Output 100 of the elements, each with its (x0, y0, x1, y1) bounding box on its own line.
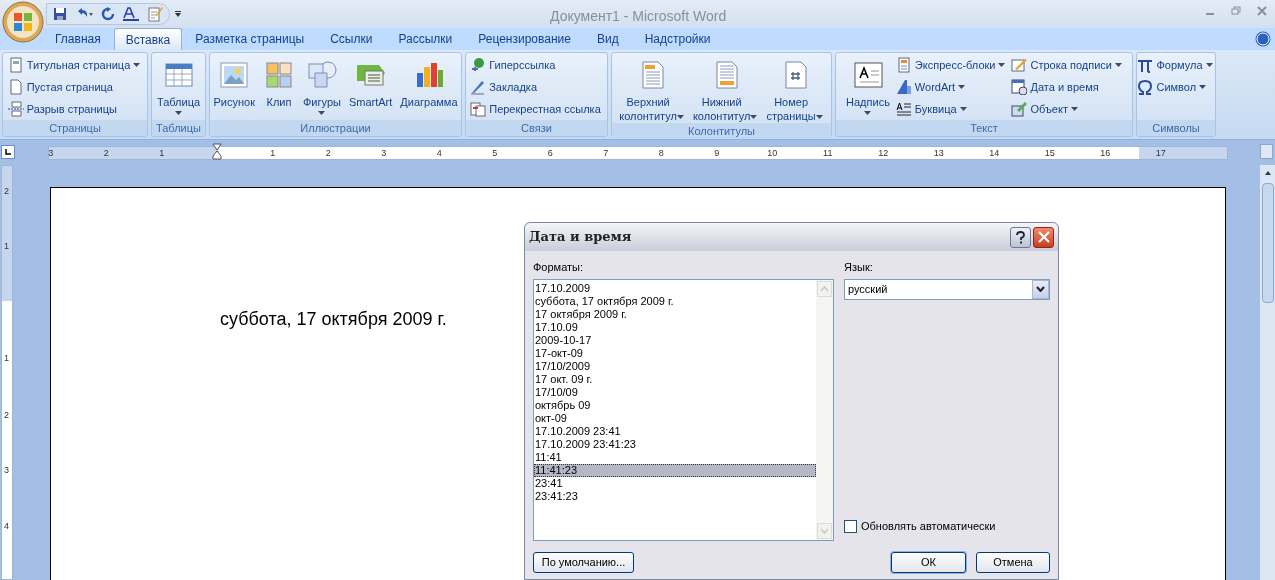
cover-page-icon (7, 57, 24, 73)
format-option[interactable]: суббота, 17 октября 2009 г. (534, 294, 816, 308)
format-option[interactable]: 17.10.2009 23:41:23 (534, 437, 816, 451)
auto-update-checkbox[interactable] (844, 519, 857, 533)
ruler-number: 8 (658, 148, 664, 158)
ribbon-tab[interactable]: Рецензирование (465, 28, 584, 50)
format-option[interactable]: 17/10/09 (534, 385, 816, 399)
format-option[interactable]: 17 октября 2009 г. (534, 307, 816, 321)
ruler-number: 2 (325, 148, 331, 158)
ribbon-tab[interactable]: Ссылки (317, 28, 386, 50)
ribbon-large-button[interactable]: Верхний колонтитул (617, 55, 687, 123)
ribbon-button[interactable]: Закладка (470, 77, 603, 97)
ribbon-button[interactable]: Символ (1137, 77, 1215, 97)
ruler-number: 1 (159, 148, 165, 158)
ribbon-tab[interactable]: Надстройки (631, 28, 724, 50)
format-option[interactable]: 17.10.09 (534, 320, 816, 334)
document-text: суббота, 17 октября 2009 г. (220, 308, 447, 331)
formats-list[interactable] (533, 278, 834, 541)
ribbon-button[interactable]: Разрыв страницы (7, 99, 143, 119)
ribbon-large-button[interactable]: Надпись (844, 55, 892, 117)
group-label: Иллюстрации (210, 120, 461, 136)
close-icon (1037, 231, 1050, 243)
ruler-number: 1 (270, 148, 276, 158)
dropdown-button[interactable] (1032, 279, 1049, 299)
format-option[interactable]: 23:41 (534, 476, 816, 490)
cross-reference-icon (470, 101, 487, 117)
ribbon-tab[interactable]: Главная (42, 28, 114, 50)
ribbon-tab[interactable]: Вставка (113, 28, 183, 50)
format-option[interactable]: окт-09 (534, 411, 816, 425)
ruler-toggle-button[interactable] (1, 145, 15, 159)
wordart-icon (895, 79, 912, 95)
format-option[interactable]: 2009-10-17 (534, 333, 816, 347)
ruler-number: 2 (4, 186, 9, 196)
close-icon[interactable] (1257, 6, 1267, 16)
format-option[interactable]: 11:41:23 (534, 463, 816, 477)
ruler-number: 10 (767, 148, 778, 158)
dropdown-caret-icon (958, 85, 965, 89)
format-option[interactable]: 17 окт. 09 г. (534, 372, 816, 386)
cancel-button[interactable]: Отмена (976, 551, 1050, 573)
font-style-icon[interactable] (123, 7, 139, 21)
language-select[interactable]: русский (844, 278, 1050, 300)
down-caret-icon (1036, 286, 1045, 292)
ruler-number: 14 (989, 148, 1000, 158)
ribbon-button[interactable]: Титульная страница (7, 55, 143, 75)
ribbon-button[interactable]: WordArt (895, 77, 1008, 97)
ribbon-tab[interactable]: Вид (583, 28, 632, 50)
language-label: Язык: (844, 260, 874, 275)
pi-icon (1137, 57, 1154, 73)
format-option[interactable]: 17.10.2009 23:41 (534, 424, 816, 438)
close-button[interactable] (1033, 226, 1054, 248)
dropdown-caret-icon (1070, 107, 1078, 111)
ruler-number: 13 (933, 148, 944, 158)
ribbon-button[interactable]: Перекрестная ссылка (470, 99, 603, 119)
ribbon-button[interactable]: Пустая страница (7, 77, 143, 97)
ruler-number: 4 (436, 148, 442, 158)
ok-button[interactable]: ОК (891, 551, 966, 573)
ribbon-large-button[interactable]: Клип (261, 55, 297, 109)
ribbon-large-button[interactable]: Фигуры (301, 55, 343, 117)
ruler-number: 5 (492, 148, 498, 158)
redo-icon[interactable] (101, 7, 115, 21)
ruler-number: 12 (878, 148, 889, 158)
format-option[interactable]: октябрь 09 (534, 398, 816, 412)
ribbon-button[interactable]: Формула (1137, 55, 1215, 75)
format-option[interactable]: 17/10/2009 (534, 359, 816, 373)
save-icon[interactable] (53, 7, 67, 21)
scrollbar-thumb[interactable] (1261, 183, 1274, 303)
picture-icon (218, 59, 251, 91)
ribbon-button[interactable]: Объект (1011, 99, 1124, 119)
ribbon-large-button[interactable]: SmartArt (346, 55, 395, 109)
ribbon-large-button[interactable]: Диаграмма (398, 55, 460, 109)
dropdown-caret-icon (133, 63, 141, 67)
office-button[interactable] (2, 1, 44, 43)
default-button[interactable]: По умолчанию... (533, 551, 634, 573)
ruler-number: 2 (4, 410, 9, 420)
ribbon-button[interactable]: Гиперссылка (470, 55, 603, 75)
format-option[interactable]: 17-окт-09 (534, 346, 816, 360)
ribbon-large-button[interactable]: Номер страницы (764, 55, 826, 123)
ribbon-large-button[interactable]: Нижний колонтитул (690, 55, 761, 123)
drop-cap-icon (895, 101, 912, 117)
ribbon-tab[interactable]: Рассылки (385, 28, 466, 50)
format-option[interactable]: 23:41:23 (534, 489, 816, 503)
ribbon-button[interactable]: Буквица (895, 99, 1008, 119)
ribbon-tab[interactable]: Разметка страницы (182, 28, 318, 50)
indent-marker-icon[interactable] (212, 143, 223, 163)
dropdown-caret-icon (676, 115, 684, 119)
ribbon-button[interactable]: Строка подписи (1011, 55, 1124, 75)
ruler-number: 4 (4, 521, 9, 531)
ribbon-button[interactable]: Дата и время (1011, 77, 1124, 97)
omega-icon (1137, 79, 1154, 95)
format-option[interactable]: 11:41 (534, 450, 816, 464)
calendar-clock-icon (1011, 79, 1028, 95)
format-option[interactable]: 17.10.2009 (534, 281, 816, 295)
help-icon[interactable] (1255, 31, 1271, 47)
ribbon-large-button[interactable]: Рисунок (211, 55, 257, 109)
clip-art-icon (263, 59, 295, 91)
ribbon-button[interactable]: Экспресс-блоки (895, 55, 1008, 75)
help-button[interactable] (1010, 226, 1031, 248)
ribbon-large-button[interactable]: Таблица (154, 55, 203, 117)
ruler-number: 3 (381, 148, 387, 158)
customize-toolbar-icon[interactable] (174, 10, 182, 18)
